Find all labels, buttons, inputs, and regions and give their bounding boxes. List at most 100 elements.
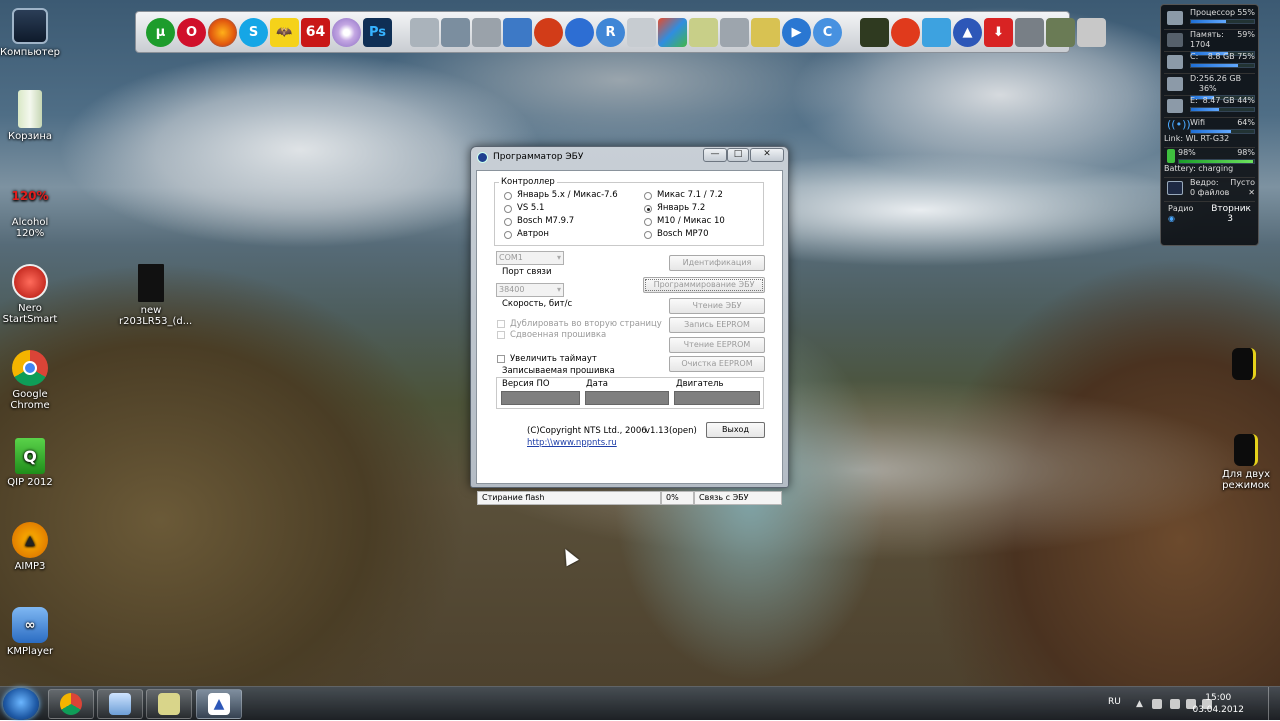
wifi-icon: ((•)) xyxy=(1167,118,1191,131)
language-indicator[interactable]: RU xyxy=(1108,697,1121,707)
taskbar-notes[interactable] xyxy=(146,689,192,719)
recycle-bin-icon xyxy=(18,90,42,128)
tray-expand-icon[interactable]: ▲ xyxy=(1136,699,1146,709)
desktop-icon-right-file-2[interactable]: Для двух режимок xyxy=(1214,434,1278,491)
program-ecu-button[interactable]: Программирование ЭБУ xyxy=(643,277,765,293)
photoshop-icon[interactable]: Ps xyxy=(363,17,392,47)
qip-icon: Q xyxy=(15,438,45,474)
date-field xyxy=(585,391,669,405)
empty-trash-icon[interactable]: ✕ xyxy=(1248,188,1255,198)
file-icon xyxy=(138,264,164,302)
batman-icon[interactable]: 🦇 xyxy=(270,17,299,47)
exit-button[interactable]: Выход xyxy=(706,422,765,438)
taskbar-ecu-programmer[interactable]: ▲ xyxy=(196,689,242,719)
network-computer-icon[interactable] xyxy=(441,17,470,47)
circuit-icon[interactable] xyxy=(751,17,780,47)
chip-reader-icon[interactable] xyxy=(720,17,749,47)
read-eeprom-button[interactable]: Чтение EEPROM xyxy=(669,337,765,353)
cpu-row: Процессор 55% xyxy=(1164,8,1255,30)
utorrent-icon[interactable]: µ xyxy=(146,17,175,47)
maximize-button[interactable]: □ xyxy=(727,148,749,162)
desktop-icon-chrome[interactable]: Google Chrome xyxy=(0,350,62,411)
memory-chip-icon[interactable] xyxy=(860,17,889,47)
speedometer-icon[interactable] xyxy=(534,17,563,47)
battery-tray-icon[interactable] xyxy=(1152,699,1162,709)
chrome-icon xyxy=(12,350,48,386)
radio-avtron[interactable] xyxy=(504,231,512,239)
radio-play-icon[interactable]: ◉ xyxy=(1168,214,1175,224)
desktop-icon-kmplayer[interactable]: ∞ KMPlayer xyxy=(0,607,62,657)
taskbar-explorer[interactable] xyxy=(97,689,143,719)
version-column-label: Версия ПО xyxy=(502,379,550,389)
start-button[interactable] xyxy=(3,688,39,720)
desktop-icon-new-file[interactable]: new r203LR53_(d... xyxy=(119,264,192,327)
globe-icon[interactable] xyxy=(565,17,594,47)
media-play-icon[interactable]: ▶ xyxy=(782,17,811,47)
desktop-icon-recycle-bin[interactable]: Корзина xyxy=(0,90,62,142)
arrows-icon[interactable] xyxy=(922,17,951,47)
r-icon[interactable]: R xyxy=(596,17,625,47)
cubes-icon[interactable] xyxy=(658,17,687,47)
wrench-icon[interactable] xyxy=(472,17,501,47)
taskbar: ▲ RU ▲ 15:00 03.04.2012 xyxy=(0,686,1280,721)
write-eeprom-button[interactable]: Запись EEPROM xyxy=(669,317,765,333)
64bit-icon[interactable]: 64 xyxy=(301,17,330,47)
triangle-logo-icon[interactable]: ▲ xyxy=(953,17,982,47)
speed-label: Скорость, бит/с xyxy=(502,299,573,309)
drive-icon xyxy=(1167,77,1183,91)
desktop-icon-nero[interactable]: Nero StartSmart xyxy=(0,264,62,325)
show-desktop-button[interactable] xyxy=(1268,687,1280,721)
burn-icon[interactable] xyxy=(891,17,920,47)
opera-icon[interactable]: O xyxy=(177,17,206,47)
double-firmware-checkbox[interactable] xyxy=(497,331,505,339)
plug-icon[interactable] xyxy=(1077,17,1106,47)
read-ecu-button[interactable]: Чтение ЭБУ xyxy=(669,298,765,314)
radio-bosch-mp70[interactable] xyxy=(644,231,652,239)
clock-time: 15:00 xyxy=(1205,693,1232,703)
quick-launch-bar: µ O S 🦇 64 Ps R ▶ C ▲ ⬇ xyxy=(135,11,1106,53)
flag-tray-icon[interactable] xyxy=(1170,699,1180,709)
disc-icon[interactable] xyxy=(332,17,361,47)
notes-icon xyxy=(158,693,180,715)
wifi-link-label: Link: WL RT-G32 xyxy=(1164,134,1230,143)
firefox-icon[interactable] xyxy=(208,17,237,47)
minimize-button[interactable]: — xyxy=(703,148,727,162)
radio-label: Bosch MP70 xyxy=(657,229,709,239)
skype-icon[interactable]: S xyxy=(239,17,268,47)
radio-vs51[interactable] xyxy=(504,205,512,213)
desktop-icon-aimp[interactable]: ▲ AIMP3 xyxy=(0,522,62,572)
close-button[interactable]: ✕ xyxy=(750,148,784,162)
speed-select[interactable]: 38400 xyxy=(496,283,564,297)
duplicate-checkbox[interactable] xyxy=(497,320,505,328)
bars-icon[interactable] xyxy=(627,17,656,47)
radio-yanvar5[interactable] xyxy=(504,192,512,200)
radio-bosch-m797[interactable] xyxy=(504,218,512,226)
triangle-logo-icon: ▲ xyxy=(208,693,230,715)
radio-label: VS 5.1 xyxy=(517,203,545,213)
download-icon[interactable]: ⬇ xyxy=(984,17,1013,47)
desktop-icon-alcohol[interactable]: 120% Alcohol 120% xyxy=(0,178,62,240)
increase-timeout-checkbox[interactable] xyxy=(497,355,505,363)
radio-mikas71[interactable] xyxy=(644,192,652,200)
chip-icon[interactable] xyxy=(1015,17,1044,47)
ram-icon[interactable] xyxy=(1046,17,1075,47)
radio-m10[interactable] xyxy=(644,218,652,226)
desktop-icon-computer[interactable]: Компьютер xyxy=(0,8,62,58)
window-titlebar[interactable]: Программатор ЭБУ — □ ✕ xyxy=(471,147,788,167)
radio-yanvar72[interactable] xyxy=(644,205,652,213)
folder-icon[interactable] xyxy=(689,17,718,47)
tools-icon[interactable] xyxy=(410,17,439,47)
desktop-icon-qip[interactable]: Q QIP 2012 xyxy=(0,438,62,488)
clear-eeprom-button[interactable]: Очистка EEPROM xyxy=(669,356,765,372)
website-link[interactable]: http:\\www.nppnts.ru xyxy=(527,438,617,449)
desktop-icon-right-file-1[interactable] xyxy=(1212,348,1276,383)
monitor-icon[interactable] xyxy=(503,17,532,47)
port-select[interactable]: COM1 xyxy=(496,251,564,265)
clock[interactable]: 15:00 03.04.2012 xyxy=(1192,692,1244,716)
taskbar-chrome[interactable] xyxy=(48,689,94,719)
identify-button[interactable]: Идентификация xyxy=(669,255,765,271)
c-icon[interactable]: C xyxy=(813,17,842,47)
alcohol-icon: 120% xyxy=(11,188,49,203)
file-icon xyxy=(1234,434,1258,466)
drive-icon xyxy=(1167,99,1183,113)
